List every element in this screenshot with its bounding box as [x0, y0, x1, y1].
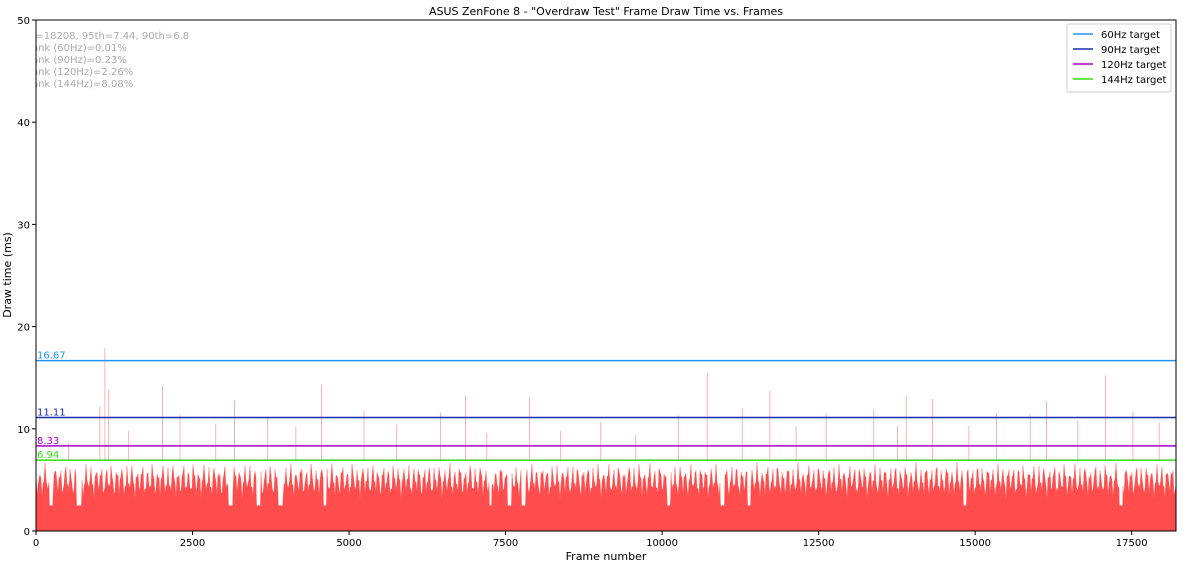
legend-entry-label: 60Hz target	[1101, 30, 1160, 41]
x-tick-label: 15000	[959, 538, 991, 549]
target-value-label: 8.33	[37, 436, 59, 447]
x-tick-label: 17500	[1116, 538, 1148, 549]
stats-line: n=18208, 95th=7.44, 90th=6.8	[29, 31, 189, 42]
y-tick-label: 40	[17, 118, 30, 129]
y-tick-label: 10	[17, 425, 30, 436]
draw-time-series	[35, 348, 1177, 532]
stats-annotation: n=18208, 95th=7.44, 90th=6.8Jank (60Hz)=…	[28, 31, 189, 90]
stats-line: Jank (120Hz)=2.26%	[28, 67, 133, 78]
legend: 60Hz target 90Hz target 120Hz target 144Hz …	[1066, 23, 1172, 93]
y-tick-label: 50	[17, 16, 30, 27]
x-tick-label: 2500	[180, 538, 205, 549]
chart-title: ASUS ZenFone 8 - "Overdraw Test" Frame D…	[429, 5, 783, 18]
x-tick-label: 7500	[493, 538, 518, 549]
stats-text: n=18208, 95th=7.44, 90th=6.8Jank (60Hz)=…	[28, 31, 189, 90]
legend-entry-label: 90Hz target	[1101, 45, 1160, 56]
plot-frame	[35, 19, 1177, 532]
x-axis-label: Frame number	[566, 550, 647, 563]
y-tick-label: 0	[24, 527, 30, 538]
target-value-label: 6.94	[37, 450, 59, 461]
y-tick-label: 30	[17, 220, 30, 231]
y-tick-label: 20	[17, 323, 30, 334]
legend-entry-label: 120Hz target	[1101, 60, 1167, 71]
x-tick-label: 5000	[336, 538, 361, 549]
target-value-label: 11.11	[37, 407, 66, 418]
y-axis-label: Draw time (ms)	[1, 232, 14, 318]
x-tick-label: 0	[33, 538, 39, 549]
x-tick-label: 10000	[646, 538, 678, 549]
draw-time-chart: 16.67 11.11 8.33 6.94 n=18208, 95th=7.44, 9…	[1, 5, 1177, 563]
target-lines: 16.67 11.11 8.33 6.94	[36, 351, 1176, 461]
stats-line: Jank (144Hz)=8.08%	[28, 79, 133, 90]
draw-time-baseline-fill	[36, 505, 1176, 531]
axes: 0 2500 5000 7500 10000 12500 15000 17500 0 10 20 30…	[17, 16, 1177, 549]
legend-entry-label: 144Hz target	[1101, 75, 1167, 86]
stats-line: Jank (60Hz)=0.01%	[28, 43, 127, 54]
stats-line: Jank (90Hz)=0.23%	[28, 55, 127, 66]
x-tick-label: 12500	[803, 538, 835, 549]
target-value-label: 16.67	[37, 351, 66, 362]
